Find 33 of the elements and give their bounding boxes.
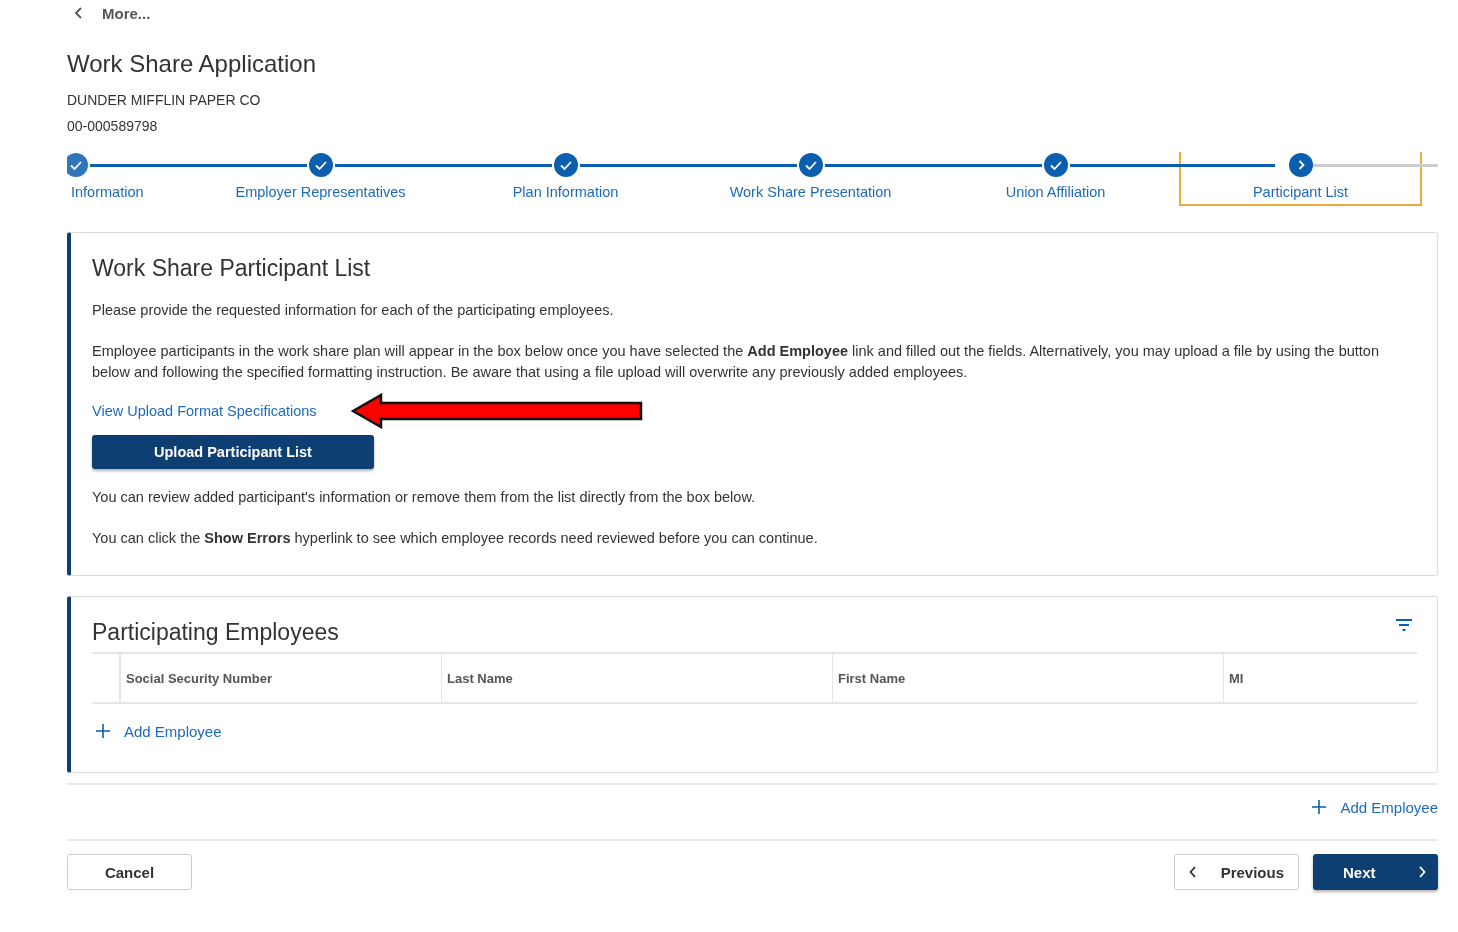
chevron-left-icon	[1189, 866, 1197, 878]
column-header: Social Security Number	[120, 654, 441, 702]
plus-icon	[1312, 800, 1327, 814]
instruction-text: Please provide the requested information for each of the participating employees.	[92, 301, 615, 320]
add-employee-link[interactable]: Add Employee	[96, 722, 222, 740]
note-text: You can click the Show Errors hyperlink to see which employee records need reviewed before you can continue.	[92, 529, 819, 548]
step-tab[interactable]: Union Affiliation	[1001, 184, 1110, 200]
more-link[interactable]: More...	[102, 4, 151, 22]
cancel-button[interactable]: Cancel	[67, 854, 192, 890]
section-title: Work Share Participant List	[92, 255, 372, 282]
chevron-right-icon	[1418, 866, 1426, 878]
step-tab[interactable]: Participant List	[1180, 152, 1421, 204]
column-header: Last Name	[441, 654, 832, 702]
filter-icon[interactable]	[1395, 617, 1413, 632]
note-text: You can review added participant's information or remove them from the list directly from the box below.	[92, 488, 757, 507]
step-tab[interactable]: Employer Representatives	[231, 184, 410, 200]
step-tab[interactable]: Plan Information	[508, 184, 623, 200]
next-button[interactable]: Next	[1313, 854, 1438, 890]
section-title: Participating Employees	[92, 619, 339, 646]
step-tab[interactable]: Work Share Presentation	[725, 184, 896, 200]
previous-button[interactable]: Previous	[1174, 854, 1299, 890]
add-employee-link[interactable]: Add Employee	[1312, 797, 1438, 817]
instruction-text: Employee participants in the work share plan will appear in the box below once you have selected the Add Employee link and filled out the fields. Alternatively, you may upload a file by using the button below and following the specified formatting instruction. Be aware that using a file upload will overwrite any previously added employees.	[92, 342, 1380, 382]
page-title: Work Share Application	[67, 50, 318, 78]
back-chevron-icon	[74, 6, 84, 20]
plus-icon	[96, 724, 110, 738]
column-header: MI	[1223, 654, 1417, 702]
employer-name: DUNDER MIFFLIN PAPER CO	[67, 92, 262, 108]
column-header: First Name	[832, 654, 1223, 702]
spec-link[interactable]: View Upload Format Specifications	[92, 403, 317, 419]
upload-button[interactable]: Upload Participant List	[92, 435, 374, 469]
account-number: 00-000589798	[67, 118, 159, 134]
step-tab[interactable]: Information	[67, 184, 193, 200]
